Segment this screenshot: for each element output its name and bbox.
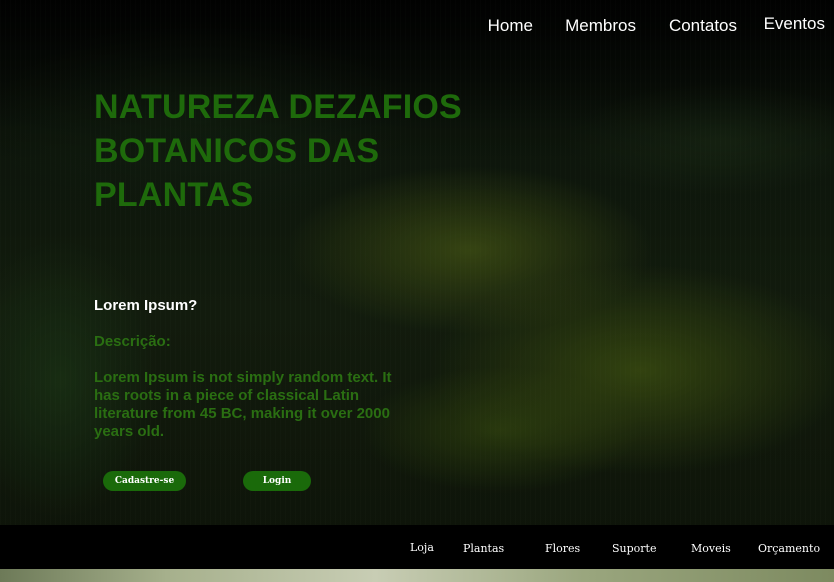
hero-title: NATUREZA DEZAFIOS BOTANICOS DAS PLANTAS — [94, 88, 462, 214]
footer-link-orcamento[interactable]: Orçamento — [758, 542, 820, 555]
footer-link-plantas[interactable]: Plantas — [463, 542, 504, 555]
next-section-image-strip — [0, 569, 834, 582]
nav-link-home[interactable]: Home — [488, 16, 533, 36]
hero-section: Home Membros Contatos Eventos NATUREZA D… — [0, 0, 834, 525]
signup-button[interactable]: Cadastre-se — [103, 471, 186, 491]
nav-link-eventos[interactable]: Eventos — [764, 14, 825, 34]
footer-link-moveis[interactable]: Moveis — [691, 542, 731, 555]
description-text: Lorem Ipsum is not simply random text. I… — [94, 369, 392, 440]
description-label: Descrição: — [94, 333, 171, 350]
footer-navigation: Loja Plantas Flores Suporte Moveis Orçam… — [0, 525, 834, 569]
moss-background-image — [0, 0, 834, 525]
footer-link-suporte[interactable]: Suporte — [612, 542, 656, 555]
footer-link-flores[interactable]: Flores — [545, 542, 580, 555]
login-button[interactable]: Login — [243, 471, 311, 491]
hero-question: Lorem Ipsum? — [94, 297, 198, 314]
footer-link-loja[interactable]: Loja — [410, 541, 434, 554]
nav-link-membros[interactable]: Membros — [565, 16, 636, 36]
nav-link-contatos[interactable]: Contatos — [669, 16, 737, 36]
